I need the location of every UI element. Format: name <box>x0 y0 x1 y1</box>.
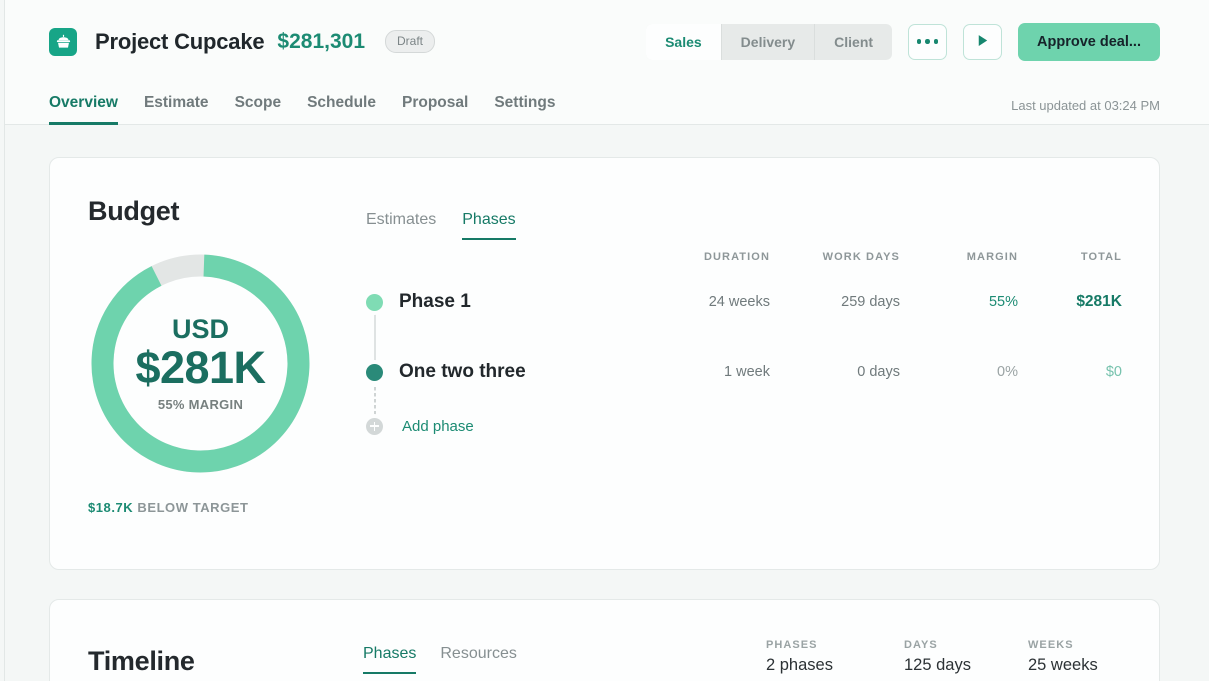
phase-duration: 24 weeks <box>708 294 770 310</box>
below-target-label: BELOW TARGET <box>137 500 249 515</box>
tab-overview[interactable]: Overview <box>49 94 118 125</box>
stat-phases-value: 2 phases <box>766 656 833 674</box>
stat-weeks-label: WEEKS <box>1028 639 1074 651</box>
play-icon <box>975 33 990 51</box>
phase-name: One two three <box>399 361 526 382</box>
page-title: Project Cupcake <box>95 28 265 54</box>
phase-dot <box>366 363 383 381</box>
header-actions: Sales Delivery Client Approve deal... <box>646 22 1160 61</box>
timeline-title: Timeline <box>88 646 195 676</box>
column-header-total: TOTAL <box>1080 251 1122 263</box>
phase-work-days: 0 days <box>857 364 900 380</box>
stat-phases: PHASES 2 phases <box>766 639 904 675</box>
cupcake-icon <box>49 27 77 56</box>
segment-delivery[interactable]: Delivery <box>720 23 814 60</box>
stat-phases-label: PHASES <box>766 639 818 651</box>
budget-column-headers: DURATION WORK DAYS MARGIN TOTAL <box>366 251 1122 263</box>
budget-summary: Budget USD $281K 55% MARGIN $18.7K BELOW… <box>88 196 363 515</box>
project-amount: $281,301 <box>277 29 365 53</box>
page-body: Budget USD $281K 55% MARGIN $18.7K BELOW… <box>5 125 1209 681</box>
donut-margin-label: 55% MARGIN <box>157 396 244 412</box>
table-row[interactable]: Phase 1 24 weeks 259 days 55% $281K <box>366 281 1122 323</box>
timeline-stats: PHASES 2 phases DAYS 125 days WEEKS 25 w… <box>766 639 1122 677</box>
play-button[interactable] <box>963 23 1003 60</box>
timeline-tab-phases[interactable]: Phases <box>363 645 417 674</box>
tab-settings[interactable]: Settings <box>494 94 555 125</box>
timeline-card: Timeline Phases Resources PHASES 2 phase… <box>49 599 1160 681</box>
phase-margin: 0% <box>997 364 1018 380</box>
phase-work-days: 259 days <box>841 294 900 310</box>
budget-tab-phases[interactable]: Phases <box>462 211 516 240</box>
phase-margin: 55% <box>988 294 1018 310</box>
phase-duration: 1 week <box>724 364 770 380</box>
tab-estimate[interactable]: Estimate <box>144 94 209 125</box>
add-phase-row[interactable]: Add phase <box>366 413 1122 439</box>
phase-total: $0 <box>1105 364 1122 380</box>
ellipsis-icon <box>916 39 939 44</box>
table-row[interactable]: One two three 1 week 0 days 0% $0 <box>366 351 1122 393</box>
segment-sales[interactable]: Sales <box>646 23 721 60</box>
segment-client[interactable]: Client <box>814 23 892 60</box>
donut-currency: USD <box>171 314 229 345</box>
page-header: Project Cupcake $281,301 Draft Sales Del… <box>5 0 1209 125</box>
timeline-tab-resources[interactable]: Resources <box>440 645 516 674</box>
budget-donut-chart: USD $281K 55% MARGIN <box>88 251 313 476</box>
column-header-duration: DURATION <box>703 251 770 263</box>
column-header-work-days: WORK DAYS <box>822 251 900 263</box>
phase-total: $281K <box>1076 293 1122 310</box>
last-updated-text: Last updated at 03:24 PM <box>1011 98 1160 113</box>
budget-tabs: Estimates Phases <box>366 196 1122 240</box>
below-target-amount: $18.7K <box>88 500 134 515</box>
budget-card: Budget USD $281K 55% MARGIN $18.7K BELOW… <box>49 157 1160 570</box>
tab-schedule[interactable]: Schedule <box>307 94 376 125</box>
stat-days-value: 125 days <box>904 656 971 674</box>
approve-deal-button[interactable]: Approve deal... <box>1018 22 1160 61</box>
tab-scope[interactable]: Scope <box>235 94 282 125</box>
more-options-button[interactable] <box>908 23 948 60</box>
donut-value: $281K <box>135 341 266 393</box>
stat-days-label: DAYS <box>904 639 938 651</box>
add-phase-label[interactable]: Add phase <box>402 418 474 435</box>
stat-weeks: WEEKS 25 weeks <box>1028 639 1122 675</box>
tab-proposal[interactable]: Proposal <box>402 94 468 125</box>
stat-weeks-value: 25 weeks <box>1028 656 1098 674</box>
status-badge: Draft <box>385 30 436 53</box>
header-top-row: Project Cupcake $281,301 Draft Sales Del… <box>49 0 1160 83</box>
timeline-tabs: Phases Resources <box>363 645 517 677</box>
budget-tab-estimates[interactable]: Estimates <box>366 211 436 240</box>
view-segmented-control[interactable]: Sales Delivery Client <box>646 23 893 60</box>
below-target-row: $18.7K BELOW TARGET <box>88 500 363 515</box>
stat-days: DAYS 125 days <box>904 639 1028 675</box>
app-root: Project Cupcake $281,301 Draft Sales Del… <box>0 0 1209 681</box>
phase-dot <box>366 293 383 311</box>
timeline-heading: Timeline <box>88 646 363 677</box>
budget-title: Budget <box>88 196 180 226</box>
phase-list: Phase 1 24 weeks 259 days 55% $281K One … <box>366 281 1122 439</box>
primary-nav: Overview Estimate Scope Schedule Proposa… <box>49 83 1160 125</box>
plus-icon[interactable] <box>366 417 383 435</box>
column-header-margin: MARGIN <box>966 251 1018 263</box>
main-content: Project Cupcake $281,301 Draft Sales Del… <box>5 0 1209 681</box>
column-header-spacer <box>366 251 638 263</box>
phase-name: Phase 1 <box>399 291 471 312</box>
budget-phases-panel: Estimates Phases DURATION WORK DAYS MARG… <box>363 196 1122 515</box>
